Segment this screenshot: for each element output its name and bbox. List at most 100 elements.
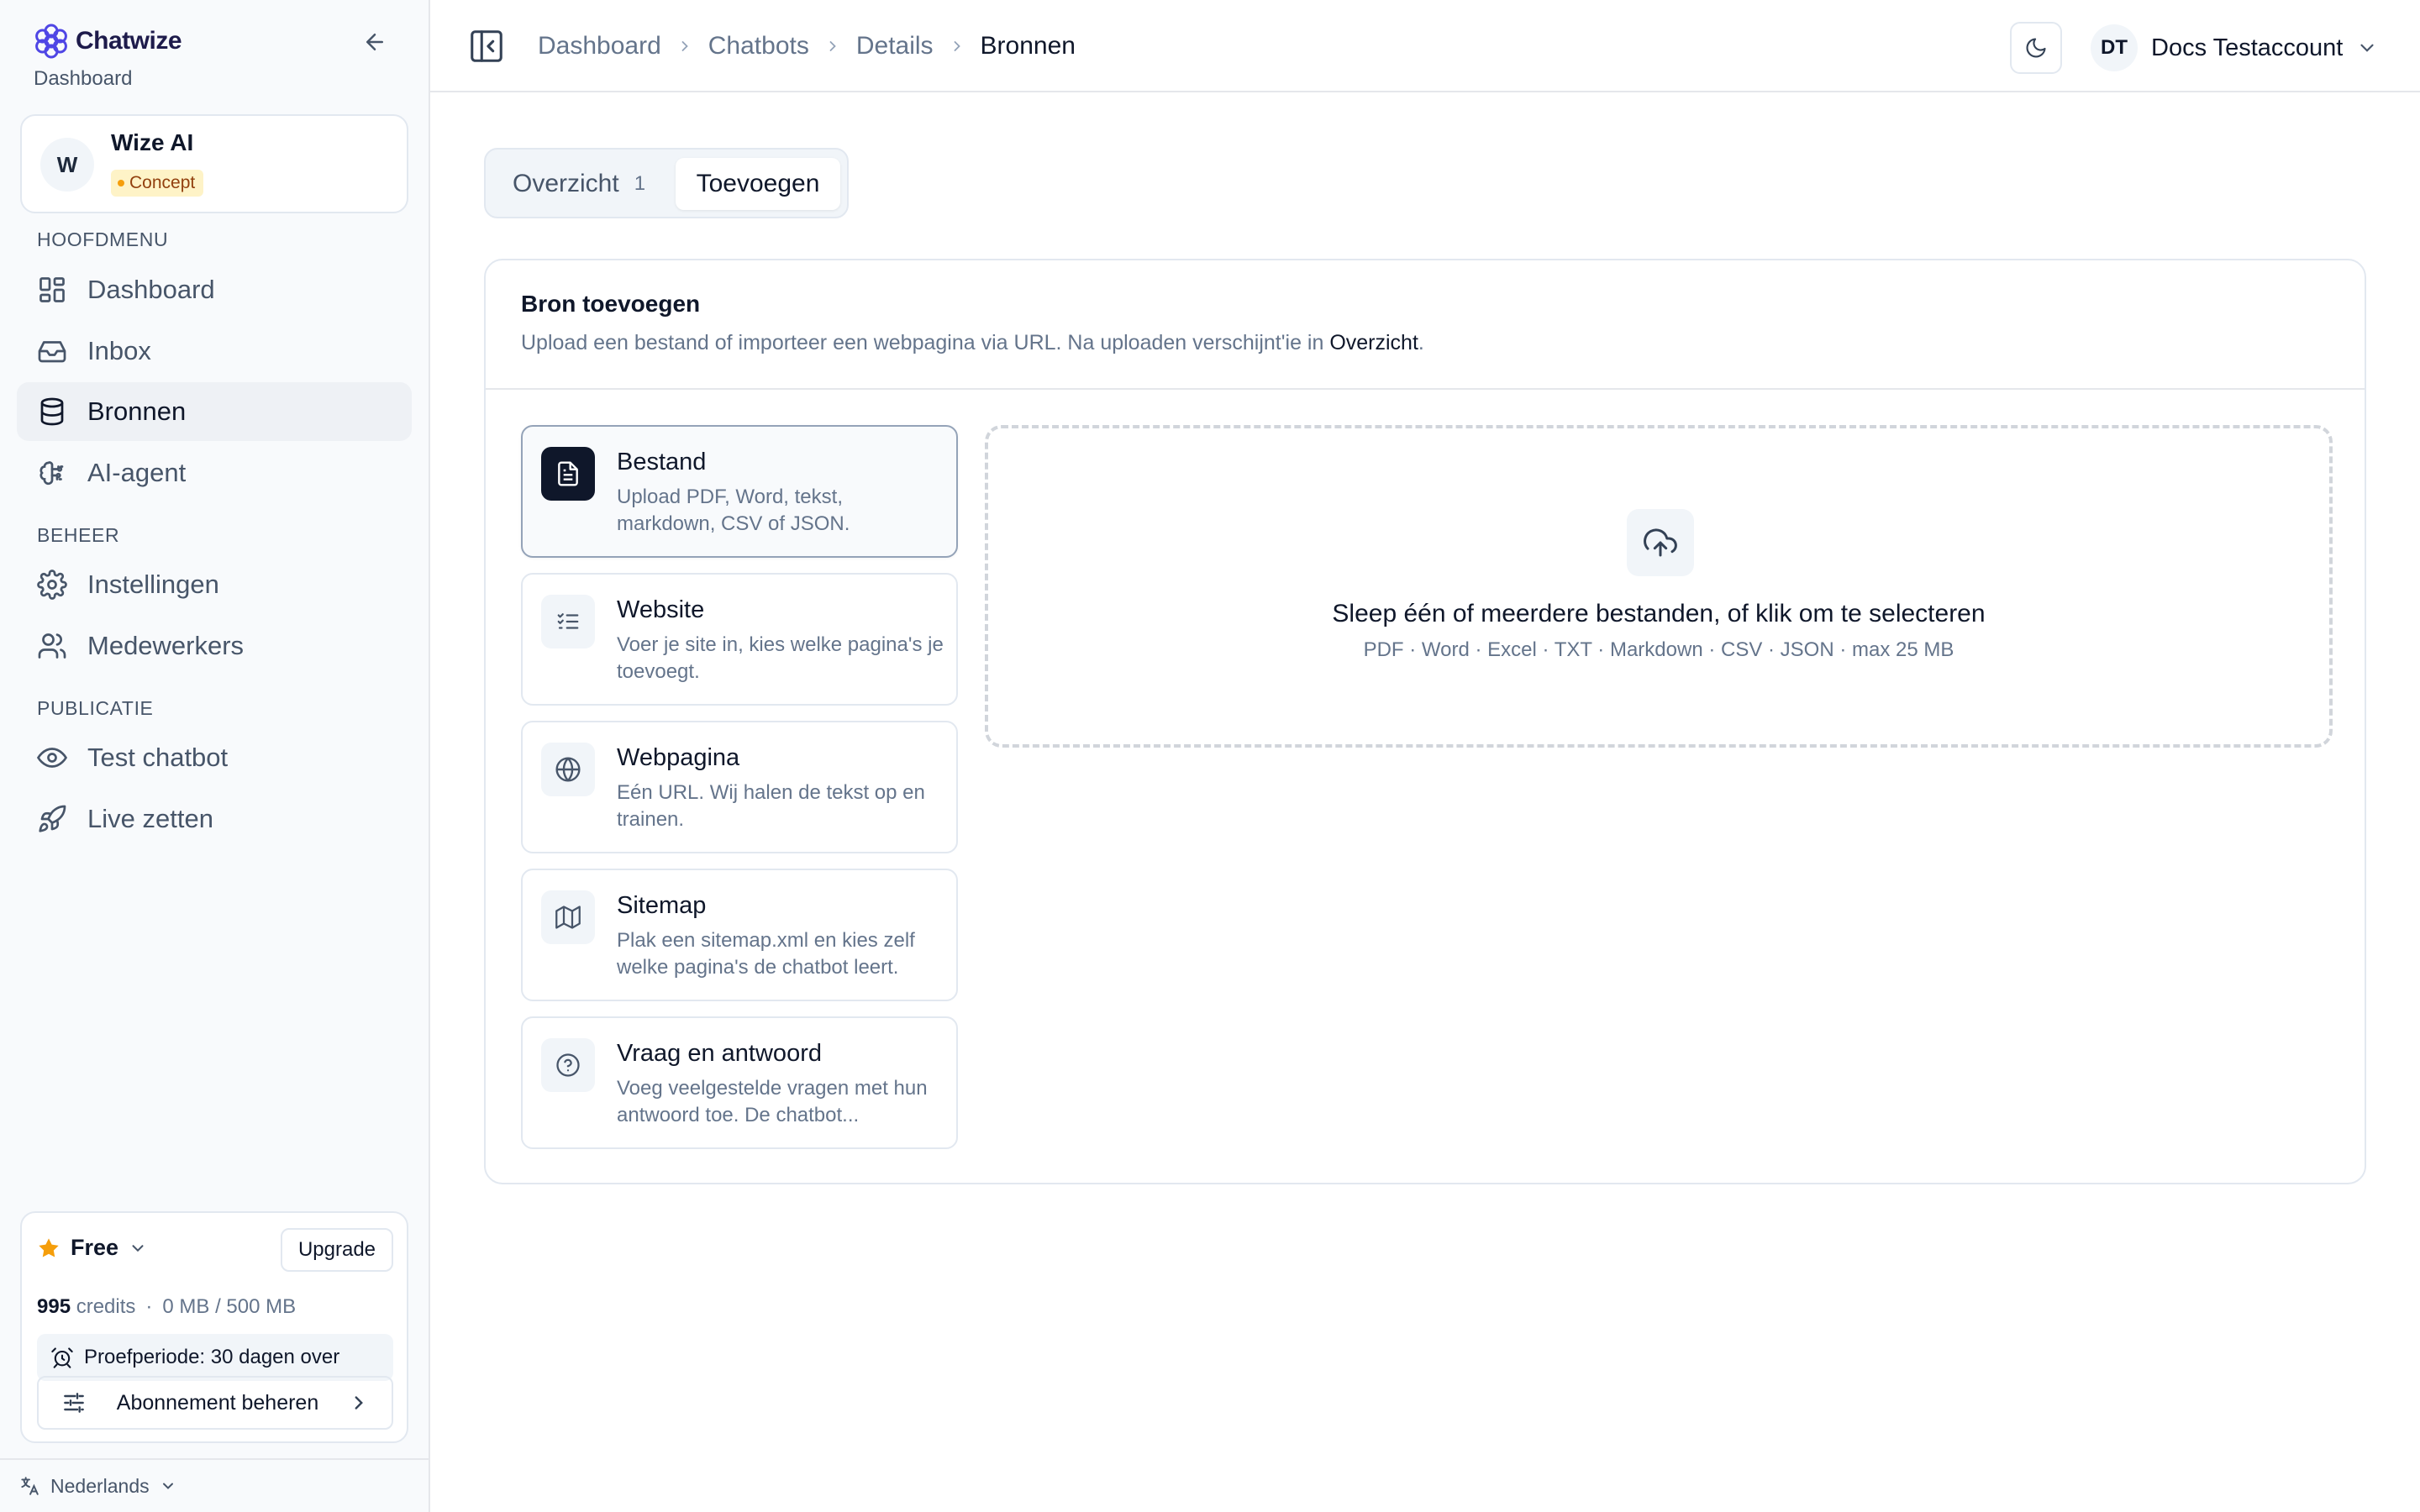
sidebar-item-medewerkers[interactable]: Medewerkers	[17, 617, 412, 675]
chatwize-logo-icon	[35, 24, 67, 59]
gear-icon	[37, 570, 67, 600]
option-description: Upload PDF, Word, tekst, markdown, CSV o…	[617, 486, 850, 535]
description-suffix: .	[1418, 331, 1424, 354]
brand-name: Chatwize	[76, 27, 182, 55]
status-dot	[118, 180, 124, 186]
upload-icon-wrap	[1627, 509, 1694, 576]
sidebar-item-dashboard[interactable]: Dashboard	[17, 260, 412, 319]
source-option-vraag-en-antwoord[interactable]: Vraag en antwoord Voeg veelgestelde vrag…	[521, 1016, 958, 1149]
dropzone-formats: PDF · Word · Excel · TXT · Markdown · CS…	[1363, 638, 1954, 661]
trial-notice: Proefperiode: 30 dagen over	[37, 1334, 393, 1381]
user-name: Docs Testaccount	[2151, 34, 2344, 61]
tab-toevoegen[interactable]: Toevoegen	[676, 158, 840, 210]
sidebar-item-ai-agent[interactable]: AI-agent	[17, 444, 412, 502]
source-option-website[interactable]: Website Voer je site in, kies welke pagi…	[521, 573, 958, 706]
credits-value: 995	[37, 1295, 71, 1318]
trial-value: 30 dagen over	[210, 1346, 340, 1368]
bot-name: Wize AI	[111, 129, 194, 155]
chevron-right-icon	[355, 1396, 363, 1410]
collapse-sidebar-button[interactable]	[358, 25, 392, 59]
option-icon-wrap	[541, 1038, 595, 1092]
plan-name: Free	[71, 1235, 119, 1260]
chevron-right-icon	[954, 41, 960, 51]
trial-prefix: Proefperiode:	[84, 1346, 206, 1368]
language-selector[interactable]: Nederlands	[0, 1458, 429, 1512]
brand[interactable]: Chatwize	[32, 22, 182, 60]
chevron-down-icon	[162, 1483, 173, 1489]
tab-label: Toevoegen	[696, 170, 820, 197]
card-title: Bron toevoegen	[521, 291, 701, 317]
bot-avatar: W	[40, 138, 94, 192]
users-icon	[38, 633, 66, 659]
separator-dot: ·	[145, 1295, 153, 1318]
option-title: Website	[617, 596, 705, 623]
option-description: Eén URL. Wij halen de tekst op en traine…	[617, 781, 925, 831]
sidebar-item-label: Inbox	[87, 336, 151, 365]
sidebar: Chatwize Dashboard W Wize AI Concept HOO…	[0, 0, 430, 1512]
breadcrumb: Dashboard Chatbots Details Bronnen	[538, 0, 1076, 92]
inbox-icon	[38, 341, 66, 363]
breadcrumb-chatbots[interactable]: Chatbots	[708, 32, 809, 60]
section-label-main: HOOFDMENU	[37, 228, 169, 250]
tab-overzicht[interactable]: Overzicht 1	[494, 158, 681, 210]
card-description: Upload een bestand of importeer een webp…	[521, 331, 1424, 355]
source-option-webpagina[interactable]: Webpagina Eén URL. Wij halen de tekst op…	[521, 721, 958, 853]
sidebar-item-live-zetten[interactable]: Live zetten	[17, 790, 412, 848]
chevron-right-icon	[829, 41, 836, 51]
sidebar-item-inbox[interactable]: Inbox	[17, 322, 412, 381]
option-icon-wrap	[541, 743, 595, 796]
brain-icon	[39, 461, 64, 486]
breadcrumb-details[interactable]: Details	[856, 32, 934, 60]
sidebar-item-test-chatbot[interactable]: Test chatbot	[17, 728, 412, 787]
bot-switcher[interactable]: W Wize AI Concept	[20, 114, 408, 213]
tab-count: 1	[634, 172, 646, 195]
plan-selector[interactable]: Free	[37, 1235, 147, 1261]
alarm-clock-icon	[51, 1347, 73, 1368]
sidebar-item-instellingen[interactable]: Instellingen	[17, 555, 412, 614]
plan-card: Free Upgrade 995 credits · 0 MB / 500 MB…	[20, 1211, 408, 1443]
rocket-icon	[39, 805, 66, 832]
globe-icon	[555, 757, 581, 782]
usage-summary: 995 credits · 0 MB / 500 MB	[37, 1295, 296, 1319]
credits-label: credits	[76, 1295, 136, 1318]
option-description: Voeg veelgestelde vragen met hun antwoor…	[617, 1077, 928, 1126]
sidebar-item-label: Dashboard	[87, 275, 215, 304]
storage-usage: 0 MB / 500 MB	[162, 1295, 297, 1318]
description-text: Upload een bestand of importeer een webp…	[521, 331, 1330, 354]
user-menu[interactable]: DT Docs Testaccount	[2091, 22, 2378, 74]
help-circle-icon	[556, 1053, 580, 1077]
chevron-right-icon	[681, 41, 688, 51]
section-label-publish: PUBLICATIE	[37, 697, 154, 719]
theme-toggle-button[interactable]	[2010, 22, 2062, 74]
overzicht-link[interactable]: Overzicht	[1329, 331, 1418, 354]
manage-subscription-button[interactable]: Abonnement beheren	[37, 1376, 393, 1430]
avatar: DT	[2091, 24, 2138, 71]
option-title: Bestand	[617, 449, 707, 475]
sidebar-item-label: Instellingen	[87, 570, 219, 599]
option-title: Sitemap	[617, 892, 707, 919]
source-option-bestand[interactable]: Bestand Upload PDF, Word, tekst, markdow…	[521, 425, 958, 558]
option-description: Plak een sitemap.xml en kies zelf welke …	[617, 929, 915, 979]
dashboard-icon	[39, 277, 65, 302]
star-icon	[39, 1237, 59, 1257]
breadcrumb-current: Bronnen	[980, 32, 1076, 60]
cloud-upload-icon	[1644, 528, 1677, 557]
option-icon-wrap	[541, 890, 595, 944]
file-dropzone[interactable]: Sleep één of meerdere bestanden, of klik…	[985, 425, 2333, 748]
toggle-sidebar-button[interactable]	[467, 27, 506, 66]
source-option-sitemap[interactable]: Sitemap Plak een sitemap.xml en kies zel…	[521, 869, 958, 1001]
sidebar-item-label: AI-agent	[87, 458, 187, 487]
list-check-icon	[557, 613, 579, 629]
option-icon-wrap	[541, 447, 595, 501]
upgrade-button[interactable]: Upgrade	[281, 1228, 393, 1272]
chevron-down-icon	[2360, 44, 2374, 52]
option-title: Vraag en antwoord	[617, 1040, 822, 1067]
language-label: Nederlands	[50, 1474, 150, 1497]
status-badge-label: Concept	[129, 173, 196, 192]
chevron-down-icon	[132, 1244, 144, 1252]
card-header: Bron toevoegen Upload een bestand of imp…	[486, 260, 2365, 390]
sidebar-item-label: Bronnen	[87, 396, 187, 426]
breadcrumb-dashboard[interactable]: Dashboard	[538, 32, 661, 60]
sidebar-item-bronnen[interactable]: Bronnen	[17, 382, 412, 441]
sliders-icon	[64, 1393, 84, 1413]
